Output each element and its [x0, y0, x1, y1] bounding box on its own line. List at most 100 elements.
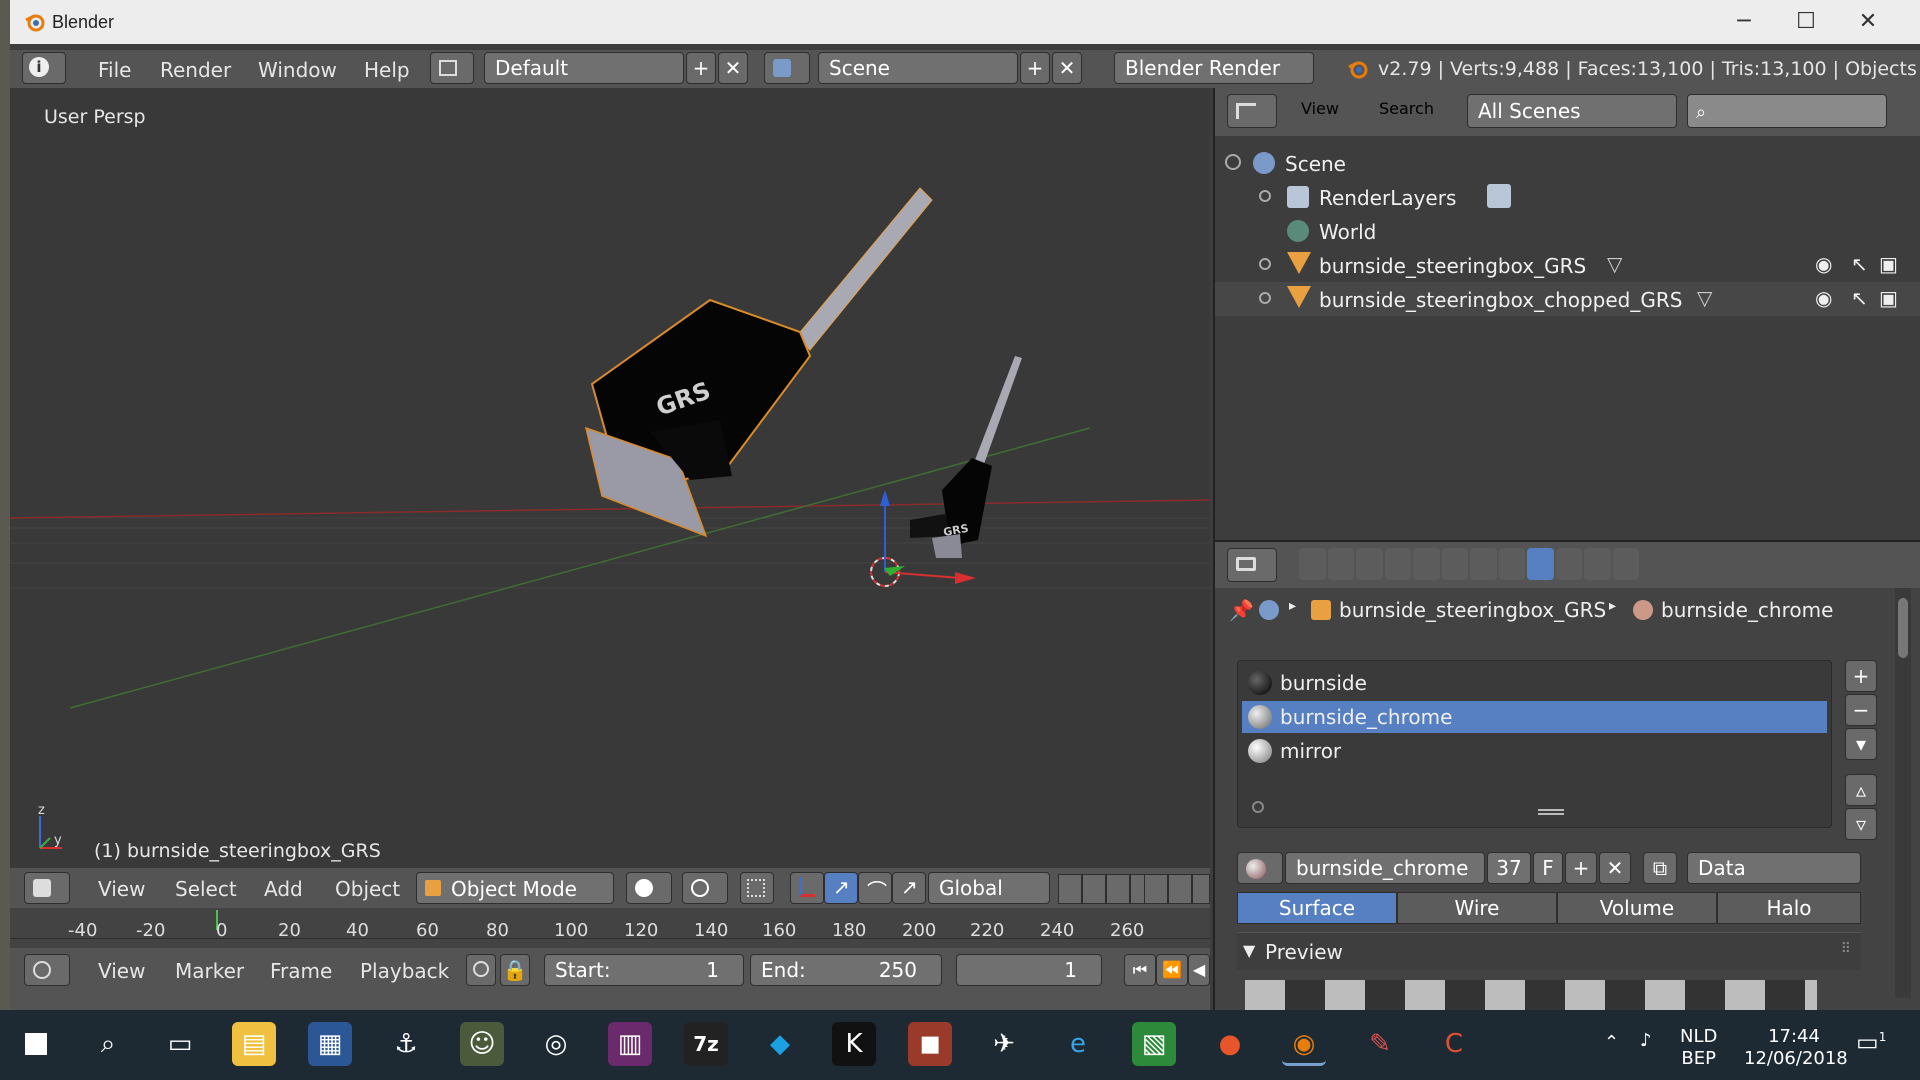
material-link-select[interactable]: Data: [1687, 852, 1861, 884]
winrar-button[interactable]: ▥: [608, 1022, 652, 1066]
keying-button[interactable]: [466, 954, 496, 986]
current-frame-field[interactable]: 1: [956, 954, 1102, 986]
outliner-row-scene[interactable]: Scene: [1215, 146, 1920, 180]
timeline-ruler[interactable]: -40 -20 0 20 40 60 80 100 120 140 160 18…: [10, 908, 1210, 948]
remove-scene-button[interactable]: ✕: [1052, 52, 1082, 84]
app-orange-button[interactable]: ●: [1208, 1022, 1252, 1066]
remove-material-slot-button[interactable]: −: [1845, 694, 1877, 726]
menu-file[interactable]: File: [98, 58, 131, 82]
app-k-button[interactable]: K: [832, 1022, 876, 1066]
playback-menu[interactable]: Playback: [360, 959, 449, 983]
blender-taskbar-button[interactable]: ◉: [1282, 1022, 1326, 1066]
browse-material-button[interactable]: [1237, 852, 1283, 884]
pivot-select[interactable]: [682, 872, 728, 904]
material-slot-burnside-chrome[interactable]: burnside_chrome: [1242, 701, 1827, 733]
render-engine-select[interactable]: Blender Render: [1114, 52, 1314, 84]
kodi-button[interactable]: ◆: [758, 1022, 802, 1066]
layout-icon-button[interactable]: [430, 52, 474, 84]
move-slot-down-button[interactable]: ▿: [1845, 808, 1877, 840]
expand-icon[interactable]: [1259, 258, 1271, 270]
layers-grid-2[interactable]: [1144, 874, 1210, 904]
camera-icon[interactable]: ▣: [1879, 286, 1898, 310]
outliner-row-renderlayers[interactable]: RenderLayers: [1215, 180, 1920, 214]
drag-grip-icon[interactable]: ⠿: [1841, 941, 1851, 957]
scene-tab-icon[interactable]: [1356, 548, 1383, 580]
resize-grip-icon[interactable]: [1538, 809, 1564, 815]
shading-select[interactable]: [626, 872, 672, 904]
corsair-button[interactable]: ⚓: [384, 1022, 428, 1066]
render-tab-icon[interactable]: [1299, 548, 1326, 580]
unlink-material-button[interactable]: ✕: [1599, 852, 1631, 884]
select-menu[interactable]: Select: [175, 877, 237, 901]
cursor-icon[interactable]: ↖: [1851, 252, 1868, 276]
screen-layout-field[interactable]: Default: [484, 52, 684, 84]
material-slot-mirror[interactable]: mirror: [1242, 735, 1827, 767]
volume-icon[interactable]: ♪: [1640, 1030, 1652, 1051]
world-tab-icon[interactable]: [1384, 548, 1411, 580]
internet-explorer-button[interactable]: e: [1056, 1022, 1100, 1066]
material-users-count[interactable]: 37: [1487, 852, 1531, 884]
play-reverse-button[interactable]: ◀: [1188, 954, 1210, 986]
start-frame-field[interactable]: Start: 1: [544, 954, 744, 986]
search-button[interactable]: ⌕: [86, 1022, 130, 1066]
new-material-button[interactable]: +: [1565, 852, 1597, 884]
modifiers-tab-icon[interactable]: [1470, 548, 1497, 580]
eye-icon[interactable]: ◉: [1815, 286, 1832, 310]
expand-icon[interactable]: [1259, 190, 1271, 202]
tab-volume[interactable]: Volume: [1557, 892, 1717, 924]
cursor-icon[interactable]: ↖: [1851, 286, 1868, 310]
rotate-button[interactable]: ⌒: [858, 872, 892, 904]
menu-render[interactable]: Render: [160, 58, 231, 82]
outliner-view-menu[interactable]: View: [1301, 99, 1339, 118]
scene-icon-button[interactable]: [764, 52, 810, 84]
aorus-button[interactable]: ✈: [982, 1022, 1026, 1066]
preview-panel-header[interactable]: ▼ Preview ⠿: [1237, 932, 1861, 970]
object-menu[interactable]: Object: [335, 877, 400, 901]
lock-button[interactable]: 🔒: [500, 954, 530, 986]
language-indicator[interactable]: NLD BEP: [1680, 1026, 1717, 1070]
ccleaner-button[interactable]: C: [1432, 1022, 1476, 1066]
eye-icon[interactable]: ◉: [1815, 252, 1832, 276]
minimize-button[interactable]: ─: [1724, 6, 1764, 38]
chevron-up-icon[interactable]: ⌃: [1604, 1032, 1619, 1053]
add-menu[interactable]: Add: [264, 877, 303, 901]
outliner-search-menu[interactable]: Search: [1379, 99, 1434, 118]
start-button[interactable]: [14, 1022, 58, 1066]
remove-layout-button[interactable]: ✕: [718, 52, 748, 84]
add-circle-icon[interactable]: [1252, 801, 1264, 813]
layers-grid[interactable]: [1058, 874, 1154, 904]
end-frame-field[interactable]: End: 250: [750, 954, 942, 986]
editor-type-3d-button[interactable]: [24, 872, 70, 904]
menu-help[interactable]: Help: [364, 58, 410, 82]
task-view-button[interactable]: ▭: [158, 1022, 202, 1066]
material-specials-button[interactable]: ▾: [1845, 728, 1877, 760]
tab-halo[interactable]: Halo: [1717, 892, 1861, 924]
display-mode-select[interactable]: All Scenes: [1467, 94, 1677, 128]
data-tab-icon[interactable]: [1498, 548, 1525, 580]
renderlayers-tab-icon[interactable]: [1327, 548, 1354, 580]
scene-field[interactable]: Scene: [818, 52, 1018, 84]
file-explorer-button[interactable]: ▤: [232, 1022, 276, 1066]
scale-button[interactable]: ↗: [892, 872, 926, 904]
store-button[interactable]: ▦: [308, 1022, 352, 1066]
expand-icon[interactable]: [1259, 292, 1271, 304]
steeringbox-model[interactable]: GRS: [584, 187, 933, 538]
maximize-button[interactable]: ☐: [1786, 6, 1826, 38]
clock[interactable]: 17:44 12/06/2018: [1744, 1026, 1848, 1070]
physics-tab-icon[interactable]: [1612, 548, 1639, 580]
object-tab-icon[interactable]: [1413, 548, 1440, 580]
steam-button[interactable]: ◎: [534, 1022, 578, 1066]
timeline-view-menu[interactable]: View: [98, 959, 145, 983]
add-scene-button[interactable]: +: [1020, 52, 1050, 84]
collapse-icon[interactable]: [1225, 154, 1241, 170]
manipulator-toggle[interactable]: [740, 872, 774, 904]
editor-type-outliner-button[interactable]: [1227, 94, 1277, 128]
game-cover-button[interactable]: ◼: [908, 1022, 952, 1066]
tab-wire[interactable]: Wire: [1397, 892, 1557, 924]
texture-tab-icon[interactable]: [1555, 548, 1582, 580]
fake-user-button[interactable]: F: [1533, 852, 1563, 884]
jump-prev-key-button[interactable]: ⏪: [1156, 954, 1188, 986]
jump-start-button[interactable]: ⏮: [1124, 954, 1156, 986]
viewport-scene[interactable]: GRS GRS z y: [10, 88, 1210, 868]
mode-select[interactable]: Object Mode: [416, 872, 614, 904]
